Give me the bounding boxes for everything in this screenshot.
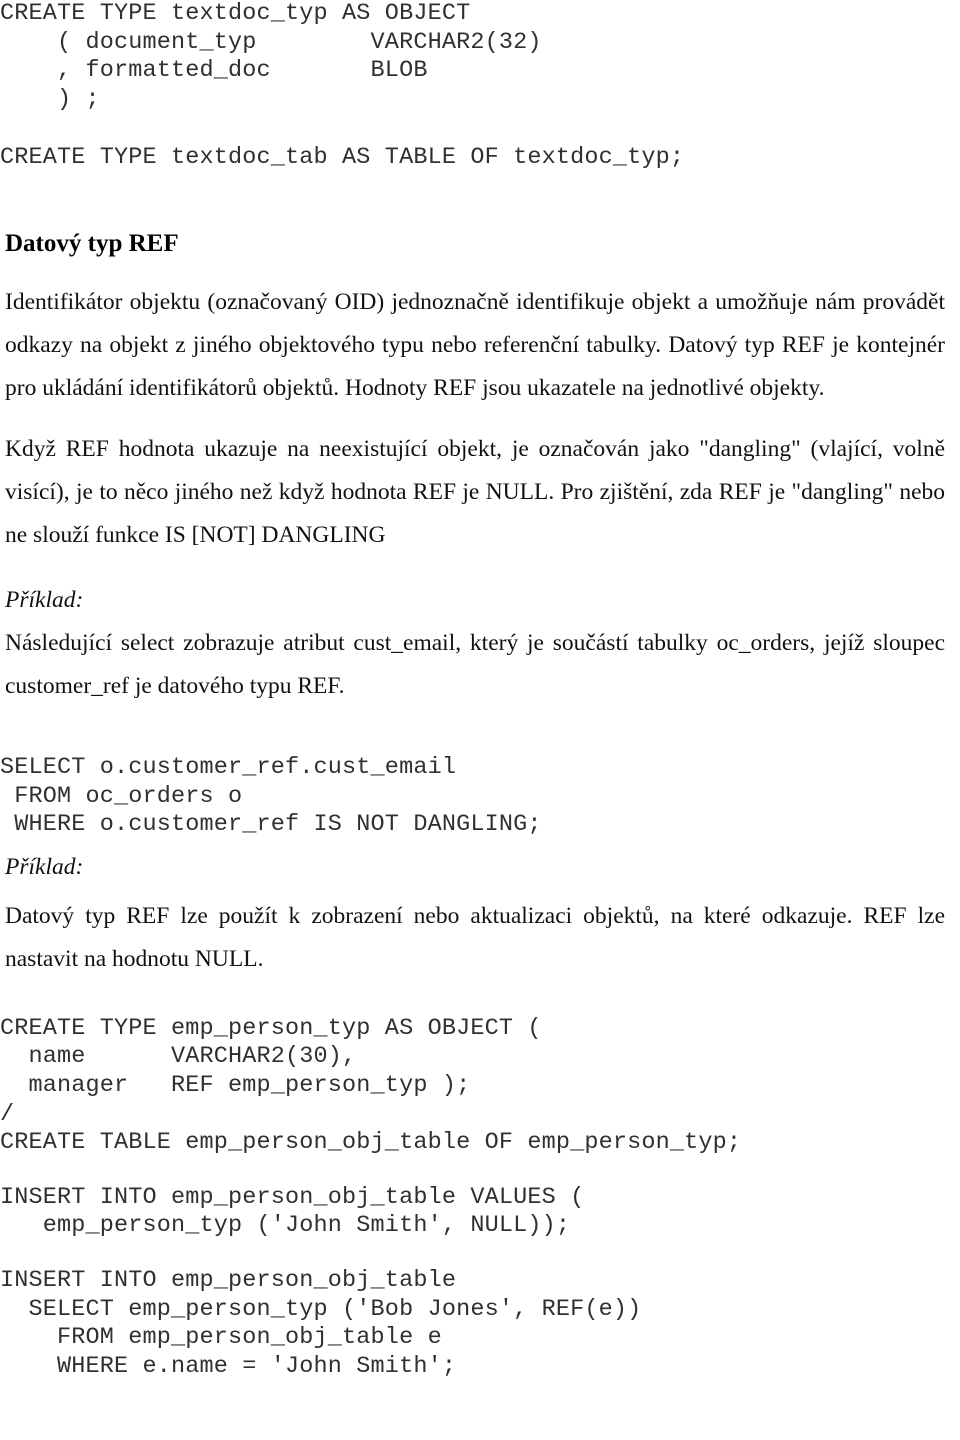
code-block-create-type-textdoc-tab: CREATE TYPE textdoc_tab AS TABLE OF text…: [0, 144, 685, 172]
paragraph-oid-description: Identifikátor objektu (označovaný OID) j…: [5, 288, 945, 401]
document-page: CREATE TYPE textdoc_typ AS OBJECT ( docu…: [0, 0, 960, 1440]
paragraph-select-description: Následující select zobrazuje atribut cus…: [5, 629, 945, 699]
label-priklad-1: Příklad:: [5, 586, 84, 613]
code-block-create-type-textdoc-typ: CREATE TYPE textdoc_typ AS OBJECT ( docu…: [0, 0, 542, 113]
page-heading-datovy-typ-ref: Datový typ REF: [5, 229, 179, 257]
code-block-create-emp-person-typ: CREATE TYPE emp_person_typ AS OBJECT ( n…: [0, 1014, 742, 1157]
paragraph-dangling-description: Když REF hodnota ukazuje na neexistující…: [5, 435, 945, 548]
code-block-insert-bob-jones: INSERT INTO emp_person_obj_table SELECT …: [0, 1266, 642, 1380]
label-priklad-2: Příklad:: [5, 853, 84, 880]
code-block-insert-john-smith: INSERT INTO emp_person_obj_table VALUES …: [0, 1183, 585, 1240]
paragraph-ref-usage: Datový typ REF lze použít k zobrazení ne…: [5, 902, 945, 972]
code-block-select-cust-email: SELECT o.customer_ref.cust_email FROM oc…: [0, 753, 542, 839]
